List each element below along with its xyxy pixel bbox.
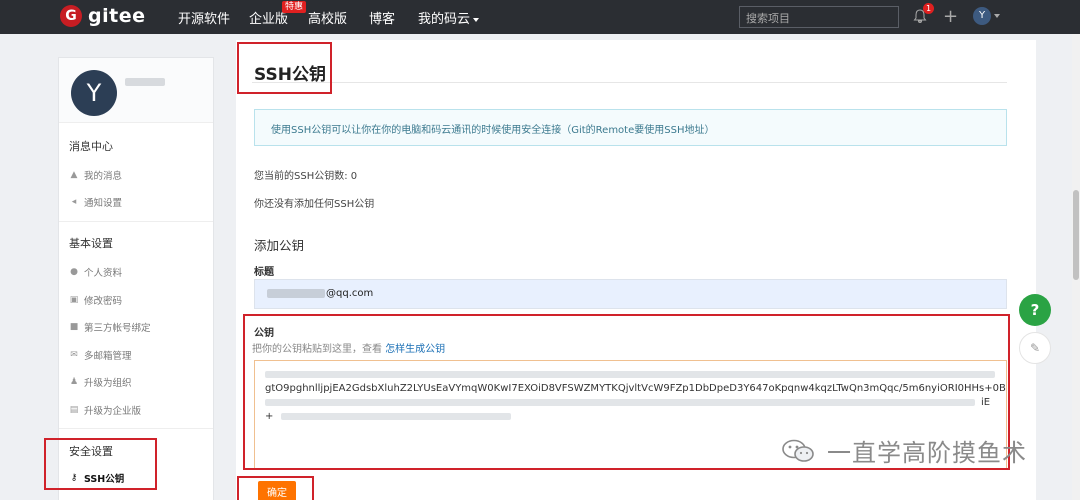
add-key-heading: 添加公钥 (254, 238, 305, 253)
sidebar-item-third-party[interactable]: ■ 第三方帐号绑定 (69, 320, 151, 334)
chevron-down-icon (473, 17, 480, 22)
search-input[interactable]: 搜索项目 (739, 6, 899, 28)
gitee-logo-text: gitee (88, 5, 146, 27)
sidebar-item-label: 个人资料 (84, 268, 123, 279)
sidebar-item-password[interactable]: ▣ 修改密码 (69, 293, 122, 307)
section-message-center: 消息中心 (69, 140, 113, 153)
speaker-icon: ◂ (71, 197, 77, 207)
sidebar-item-upgrade-org[interactable]: ♟ 升级为组织 (69, 375, 132, 389)
notification-count-badge: 1 (923, 3, 934, 14)
nav-my-gitee[interactable]: 我的码云 (418, 8, 480, 27)
user-icon: ● (70, 267, 78, 277)
key-hint-text: 把你的公钥粘贴到这里，查看 (252, 344, 382, 355)
section-basic-settings: 基本设置 (69, 237, 113, 250)
key-line-blurred-row: iE (265, 396, 996, 410)
key-line-prefix: + (265, 411, 274, 422)
plus-icon[interactable]: + (943, 6, 958, 27)
building-icon: ▤ (69, 405, 79, 415)
watermark-text: 一直学高阶摸鱼术 (827, 439, 1027, 467)
sidebar-item-label: 升级为企业版 (84, 406, 142, 417)
confirm-button[interactable]: 确定 (258, 481, 296, 500)
sidebar-item-label: 我的消息 (84, 171, 123, 182)
lock-icon: ▣ (69, 295, 79, 305)
main-content: SSH公钥 使用SSH公钥可以让你在你的电脑和码云通讯的时候使用安全连接（Git… (236, 40, 1036, 500)
nav-university[interactable]: 高校版 (308, 8, 347, 27)
sidebar-item-label: SSH公钥 (84, 474, 125, 485)
sidebar-item-emails[interactable]: ✉ 多邮箱管理 (69, 348, 132, 362)
blurred-key-line (265, 399, 975, 406)
edit-icon[interactable]: ✎ (1019, 332, 1051, 364)
avatar-chevron-down-icon[interactable] (994, 14, 1000, 18)
settings-sidebar: Y 消息中心 ▲ 我的消息 ◂ 通知设置 基本设置 ● 个人资料 ▣ 修改密码 ■ 第三方… (58, 57, 214, 500)
divider (59, 428, 213, 429)
ssh-key-count: 您当前的SSH公钥数: 0 (254, 171, 358, 182)
empty-state-text: 你还没有添加任何SSH公钥 (254, 199, 375, 210)
envelope-icon: ✉ (70, 350, 78, 360)
gitee-logo-icon: G (60, 5, 82, 27)
sidebar-item-notify-settings[interactable]: ◂ 通知设置 (69, 195, 122, 209)
sidebar-item-label: 修改密码 (84, 296, 123, 307)
divider (59, 221, 213, 222)
nav-blog[interactable]: 博客 (369, 8, 395, 27)
blurred-key-line (281, 413, 512, 420)
key-title-value: @qq.com (326, 288, 374, 299)
sidebar-item-label: 第三方帐号绑定 (84, 323, 151, 334)
nav-open-source[interactable]: 开源软件 (178, 8, 230, 27)
gitee-logo[interactable]: G gitee (60, 5, 145, 27)
user-avatar[interactable]: Y (973, 7, 991, 25)
blurred-key-line (265, 371, 995, 378)
blurred-username (125, 78, 165, 86)
sidebar-item-label: 多邮箱管理 (84, 351, 132, 362)
how-to-generate-key-link[interactable]: 怎样生成公钥 (385, 344, 445, 355)
group-icon: ♟ (69, 377, 79, 387)
blurred-email-prefix (267, 288, 325, 298)
key-line-end: iE (981, 397, 991, 408)
key-label: 公钥 (254, 328, 274, 339)
key-line-visible: gtO9pghnlljpjEA2GdsbXluhZ2LYUsEaVYmqW0Kw… (265, 383, 1006, 394)
watermark: 一直学高阶摸鱼术 (781, 433, 1027, 468)
bell-icon: ▲ (70, 170, 78, 180)
sidebar-item-upgrade-enterprise[interactable]: ▤ 升级为企业版 (69, 403, 141, 417)
top-navbar: G gitee 开源软件 企业版 特惠 高校版 博客 我的码云 搜索项目 1 +… (0, 0, 1080, 34)
nav-my-gitee-label: 我的码云 (418, 12, 471, 27)
key-hint: 把你的公钥粘贴到这里，查看 怎样生成公钥 (252, 340, 445, 355)
info-alert: 使用SSH公钥可以让你在你的电脑和码云通讯的时候使用安全连接（Git的Remot… (254, 109, 1007, 146)
sidebar-item-profile[interactable]: ● 个人资料 (69, 265, 122, 279)
sidebar-item-label: 通知设置 (84, 198, 123, 209)
avatar[interactable]: Y (71, 70, 117, 116)
title-label: 标题 (254, 267, 274, 278)
sidebar-item-ssh-keys[interactable]: ⚷ SSH公钥 (69, 471, 125, 485)
link-icon: ■ (69, 322, 79, 332)
wechat-icon (782, 439, 814, 462)
divider (252, 82, 1007, 83)
special-offer-badge: 特惠 (282, 1, 307, 13)
profile-card: Y (59, 58, 213, 123)
key-line-last-row: + (265, 410, 996, 424)
sidebar-item-my-messages[interactable]: ▲ 我的消息 (69, 168, 122, 182)
key-title-input[interactable]: @qq.com (254, 279, 1007, 309)
section-security-settings: 安全设置 (69, 445, 113, 458)
sidebar-item-label: 升级为组织 (84, 378, 132, 389)
scrollbar-thumb[interactable] (1073, 190, 1079, 280)
key-icon: ⚷ (70, 473, 78, 483)
help-button[interactable]: ? (1019, 294, 1051, 326)
